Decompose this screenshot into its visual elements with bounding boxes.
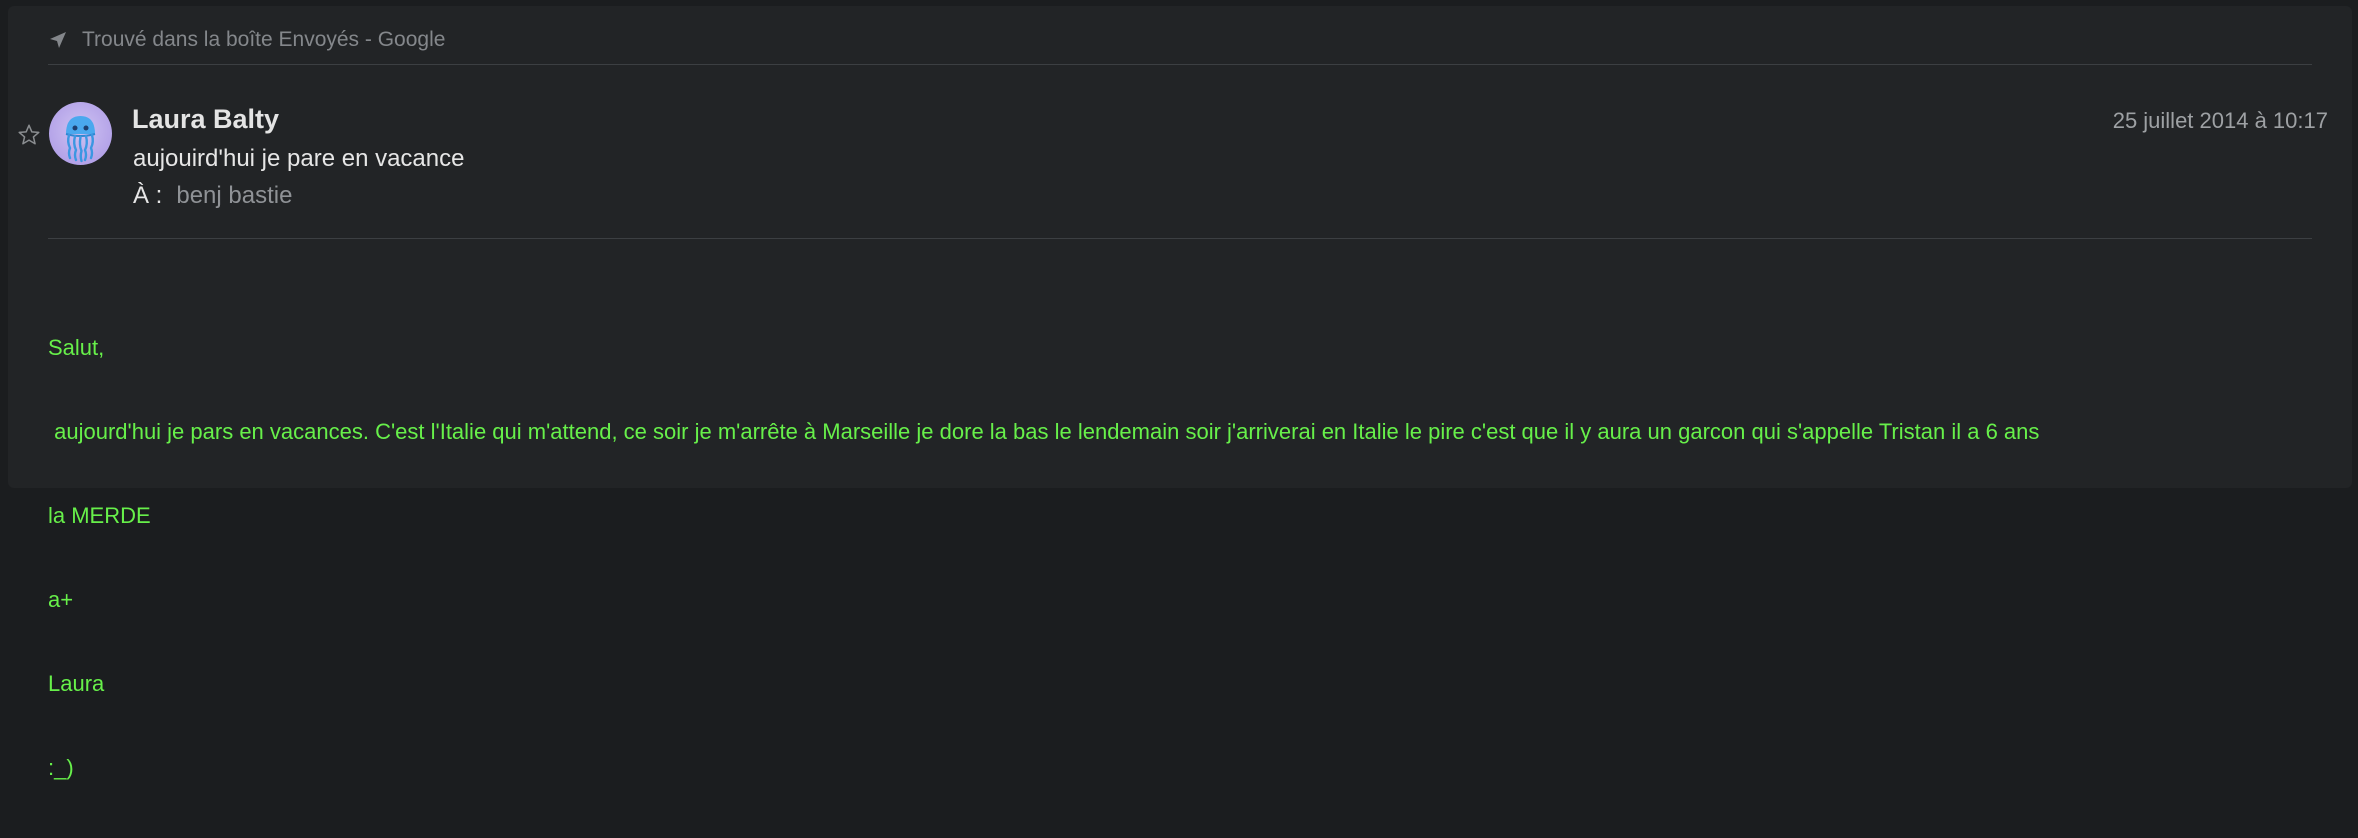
- send-arrow-icon: [48, 30, 68, 50]
- header-divider: [48, 64, 2312, 65]
- recipient-line: À : benj bastie: [133, 182, 292, 210]
- body-line: Laura: [48, 671, 105, 696]
- sender-name[interactable]: Laura Balty: [132, 104, 279, 135]
- body-line: :_): [48, 755, 74, 780]
- to-label: À :: [133, 182, 163, 209]
- recipient-name[interactable]: benj bastie: [176, 182, 292, 210]
- body-line: aujourd'hui je pars en vacances. C'est l…: [48, 419, 2040, 444]
- body-line: la MERDE: [48, 503, 151, 528]
- found-in-banner: Trouvé dans la boîte Envoyés - Google: [48, 22, 445, 58]
- avatar[interactable]: [49, 102, 112, 165]
- found-in-text: Trouvé dans la boîte Envoyés - Google: [82, 28, 446, 51]
- message-panel: Trouvé dans la boîte Envoyés - Google La…: [8, 6, 2352, 780]
- jellyfish-icon: [65, 116, 96, 163]
- message-subject: aujouird'hui je pare en vacance: [133, 145, 465, 172]
- body-line: Salut,: [48, 335, 105, 360]
- body-line: a+: [48, 587, 74, 612]
- star-icon[interactable]: [16, 122, 42, 148]
- body-divider: [48, 238, 2312, 239]
- message-body: Salut, aujourd'hui je pars en vacances. …: [48, 278, 2039, 838]
- message-date: 25 juillet 2014 à 10:17: [2112, 108, 2328, 133]
